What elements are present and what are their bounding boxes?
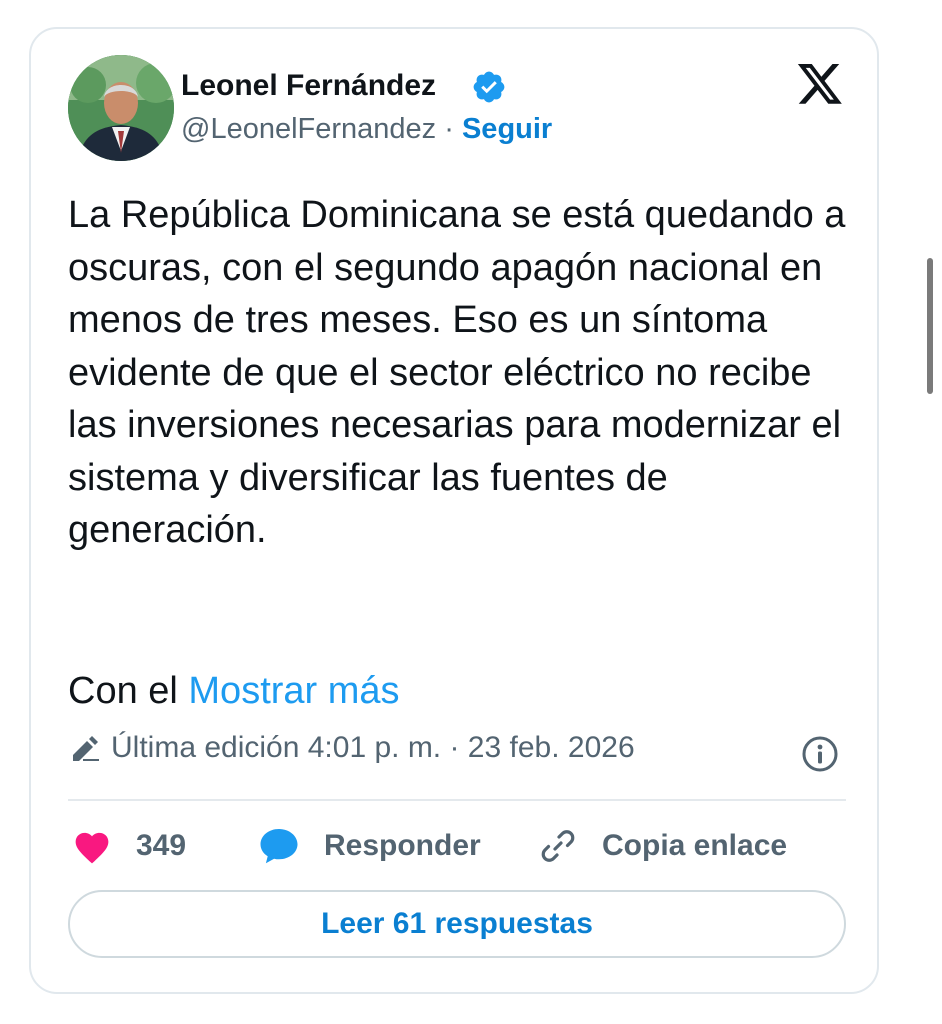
handle-separator: · (444, 113, 454, 145)
avatar[interactable] (68, 55, 174, 161)
like-count: 349 (136, 829, 187, 862)
read-replies-button[interactable]: Leer 61 respuestas (68, 890, 846, 958)
tweet-continuation-row: Con el Mostrar más (68, 665, 400, 717)
reply-bubble-icon (260, 829, 298, 864)
show-more-link[interactable]: Mostrar más (188, 670, 399, 712)
pencil-icon (73, 736, 99, 761)
author-name[interactable]: Leonel Fernández (181, 69, 436, 103)
follow-link[interactable]: Seguir (462, 113, 552, 145)
copy-link-button[interactable]: Copia enlace (538, 821, 787, 871)
action-bar: 349 Responder Copia enlace (68, 821, 848, 871)
handle-row: @LeonelFernandez · Seguir (181, 113, 552, 146)
author-handle[interactable]: @LeonelFernandez (181, 113, 436, 145)
like-button[interactable]: 349 (72, 821, 186, 871)
reply-label: Responder (324, 829, 481, 862)
tweet-text: La República Dominicana se está quedando… (68, 194, 846, 551)
verified-badge-icon (473, 71, 505, 103)
reply-button[interactable]: Responder (258, 821, 481, 871)
edit-info-text: Última edición 4:01 p. m. · 23 feb. 2026 (111, 731, 635, 764)
tweet-card: Leonel Fernández @LeonelFernandez · Segu… (29, 27, 879, 994)
link-icon (541, 830, 575, 862)
copy-link-label: Copia enlace (602, 829, 788, 862)
x-logo-icon[interactable] (796, 63, 844, 109)
edit-info-row[interactable]: Última edición 4:01 p. m. · 23 feb. 2026 (69, 731, 635, 765)
heart-icon (75, 832, 109, 864)
tweet-continuation: Con el (68, 670, 178, 712)
info-icon[interactable] (801, 735, 839, 773)
read-replies-label: Leer 61 respuestas (321, 907, 593, 940)
divider (68, 799, 846, 801)
scrollbar[interactable] (927, 258, 933, 394)
